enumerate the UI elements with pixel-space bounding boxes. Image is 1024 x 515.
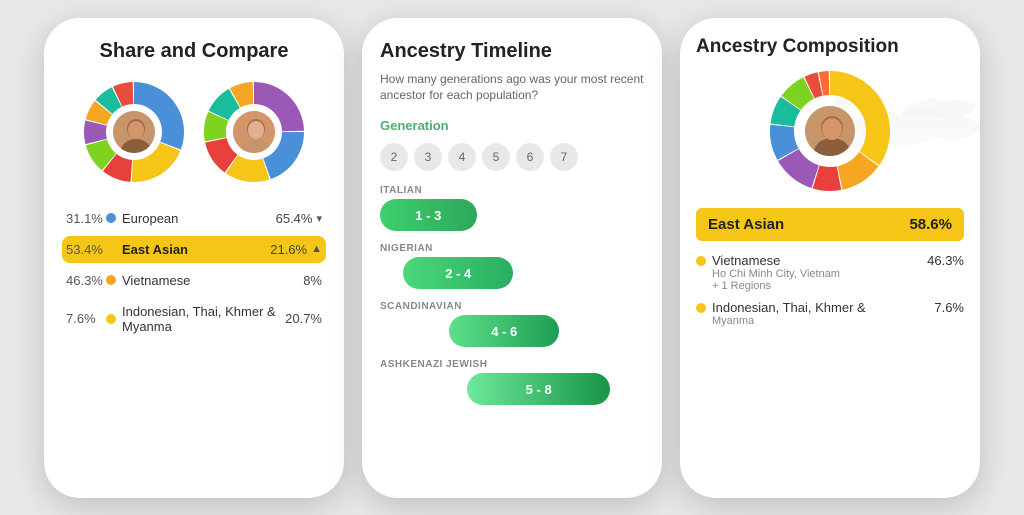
comp-detail-row: Vietnamese Ho Chi Minh City, Vietnam + 1… [696,253,964,292]
phone2-title: Ancestry Timeline [380,40,644,63]
stat-pct-left: 53.4% [66,242,104,257]
stat-pct-right: 20.7% [284,311,322,326]
stat-pct-left: 7.6% [66,311,104,326]
comp-sub: Myanma [712,315,934,327]
timeline-item: ASHKENAZI JEWISH 5 - 8 [380,359,644,405]
comp-detail: Vietnamese Ho Chi Minh City, Vietnam + 1… [696,253,964,292]
stat-row: 31.1% European 65.4% ▾ [62,205,326,232]
comp-detail-row: Indonesian, Thai, Khmer & Myanma 7.6% [696,300,964,327]
phone1-title: Share and Compare [62,40,326,63]
stat-pct-left: 31.1% [66,211,104,226]
stat-pct-left: 46.3% [66,273,104,288]
timeline-bar: 4 - 6 [449,315,559,347]
timeline-item: SCANDINAVIAN 4 - 6 [380,301,644,347]
phone-ancestry-timeline: Ancestry Timeline How many generations a… [362,18,662,498]
comp-sub: Ho Chi Minh City, Vietnam [712,268,927,280]
timeline-pop-label: ITALIAN [380,185,644,196]
generation-label: Generation [380,118,644,133]
comp-name: Vietnamese [712,253,927,268]
gen-num: 5 [482,143,510,171]
timeline-pop-label: ASHKENAZI JEWISH [380,359,644,370]
stat-chevron: ▾ [316,212,322,225]
stat-row: 46.3% Vietnamese 8% [62,267,326,294]
donut1 [79,77,189,187]
timeline-bar-wrap: 2 - 4 [380,257,610,289]
stat-dot [106,213,116,223]
comp-sub2: + 1 Regions [712,280,927,292]
gen-num: 3 [414,143,442,171]
gen-num: 2 [380,143,408,171]
donut-row [62,77,326,187]
stat-label: East Asian [122,242,269,257]
gen-num: 7 [550,143,578,171]
donut-composition [696,66,964,196]
stat-label: Vietnamese [122,273,284,288]
timeline-bar-wrap: 1 - 3 [380,199,610,231]
phones-container: Share and Compare [0,0,1024,515]
avatar2 [231,109,277,155]
timeline-bar-wrap: 4 - 6 [380,315,610,347]
stat-pct-right: 21.6% [269,242,307,257]
stat-row: 7.6% Indonesian, Thai, Khmer & Myanma 20… [62,298,326,340]
stat-dot [106,314,116,324]
timeline-bar: 5 - 8 [467,373,610,405]
timeline-list: ITALIAN 1 - 3 NIGERIAN 2 - 4 SCANDINAVIA… [380,185,644,417]
stat-row: 53.4% East Asian 21.6% ▲ [62,236,326,263]
east-asian-pct: 58.6% [909,216,952,233]
timeline-item: NIGERIAN 2 - 4 [380,243,644,289]
comp-details: Vietnamese Ho Chi Minh City, Vietnam + 1… [696,253,964,335]
timeline-item: ITALIAN 1 - 3 [380,185,644,231]
comp-name: Indonesian, Thai, Khmer & [712,300,934,315]
comp-detail: Indonesian, Thai, Khmer & Myanma 7.6% [696,300,964,327]
stat-dot [106,244,116,254]
comp-pct: 46.3% [927,253,964,268]
stat-chevron: ▲ [311,243,322,255]
timeline-bar: 1 - 3 [380,199,477,231]
gen-numbers: 234567 [380,143,644,171]
timeline-bar-wrap: 5 - 8 [380,373,610,405]
comp-pct: 7.6% [934,300,964,315]
donut2 [199,77,309,187]
gen-num: 4 [448,143,476,171]
east-asian-bar: East Asian 58.6% [696,208,964,241]
stat-dot [106,275,116,285]
comp-dot [696,303,706,313]
phone3-title: Ancestry Composition [696,36,964,58]
phone2-subtitle: How many generations ago was your most r… [380,71,644,105]
stat-pct-right: 8% [284,273,322,288]
timeline-pop-label: NIGERIAN [380,243,644,254]
east-asian-label: East Asian [708,216,784,233]
stats-list: 31.1% European 65.4% ▾ 53.4% East Asian … [62,205,326,482]
phone-share-compare: Share and Compare [44,18,344,498]
stat-label: Indonesian, Thai, Khmer & Myanma [122,304,284,334]
phone-ancestry-composition: Ancestry Composition [680,18,980,498]
comp-info: Vietnamese Ho Chi Minh City, Vietnam + 1… [712,253,927,292]
stat-label: European [122,211,274,226]
gen-num: 6 [516,143,544,171]
comp-info: Indonesian, Thai, Khmer & Myanma [712,300,934,327]
stat-pct-right: 65.4% [274,211,312,226]
timeline-bar: 2 - 4 [403,257,513,289]
timeline-pop-label: SCANDINAVIAN [380,301,644,312]
avatar1 [111,109,157,155]
avatar3 [803,104,857,158]
donut3-wrap [765,66,895,196]
comp-dot [696,256,706,266]
